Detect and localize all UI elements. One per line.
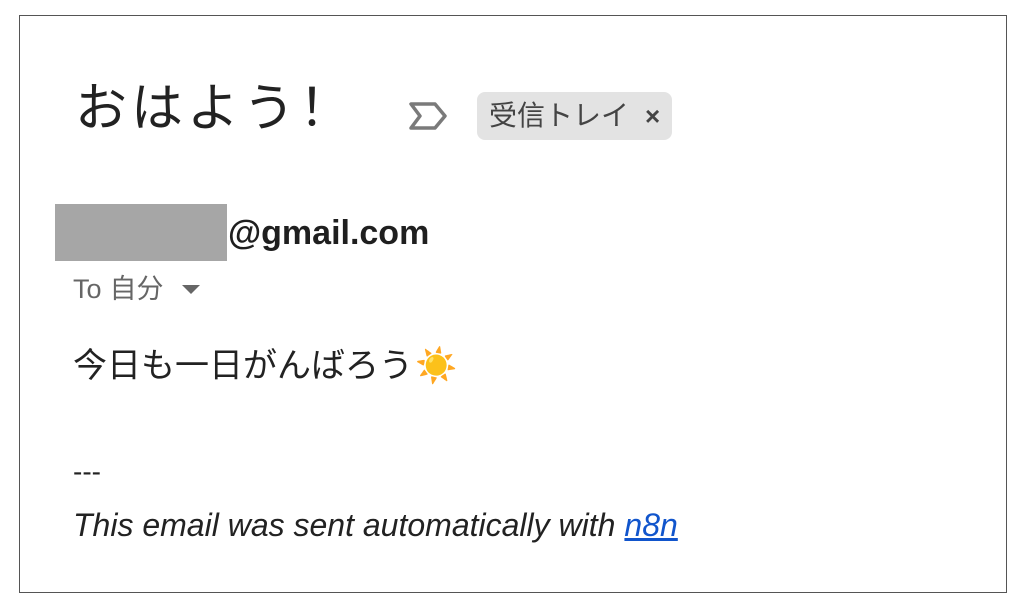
email-view: おはよう！ 受信トレイ × @gmail.com To 自分 今日も一日がんばろ… <box>19 15 1007 593</box>
footer-text: This email was sent automatically with <box>73 507 616 543</box>
n8n-link[interactable]: n8n <box>624 507 677 543</box>
sender-address: @gmail.com <box>228 214 430 252</box>
redacted-sender-name <box>55 204 227 261</box>
signature-separator: --- <box>73 456 101 487</box>
important-marker-icon[interactable] <box>407 99 451 133</box>
recipient-details-toggle[interactable]: To 自分 <box>73 271 200 307</box>
body-message: 今日も一日がんばろう <box>73 347 413 385</box>
recipient-name: 自分 <box>109 274 164 304</box>
email-subject: おはよう！ <box>75 80 356 138</box>
label-chip-text: 受信トレイ <box>489 100 630 131</box>
email-footer: This email was sent automatically with n8… <box>73 504 678 546</box>
close-icon[interactable]: × <box>645 92 660 140</box>
sun-emoji-icon: ☀️ <box>415 347 458 385</box>
email-body-text: 今日も一日がんばろう☀️ <box>73 344 457 388</box>
recipient-prefix: To <box>73 274 102 304</box>
important-marker-shape <box>409 102 447 130</box>
label-chip-inbox[interactable]: 受信トレイ × <box>477 92 673 140</box>
caret-down-icon[interactable] <box>181 284 200 294</box>
